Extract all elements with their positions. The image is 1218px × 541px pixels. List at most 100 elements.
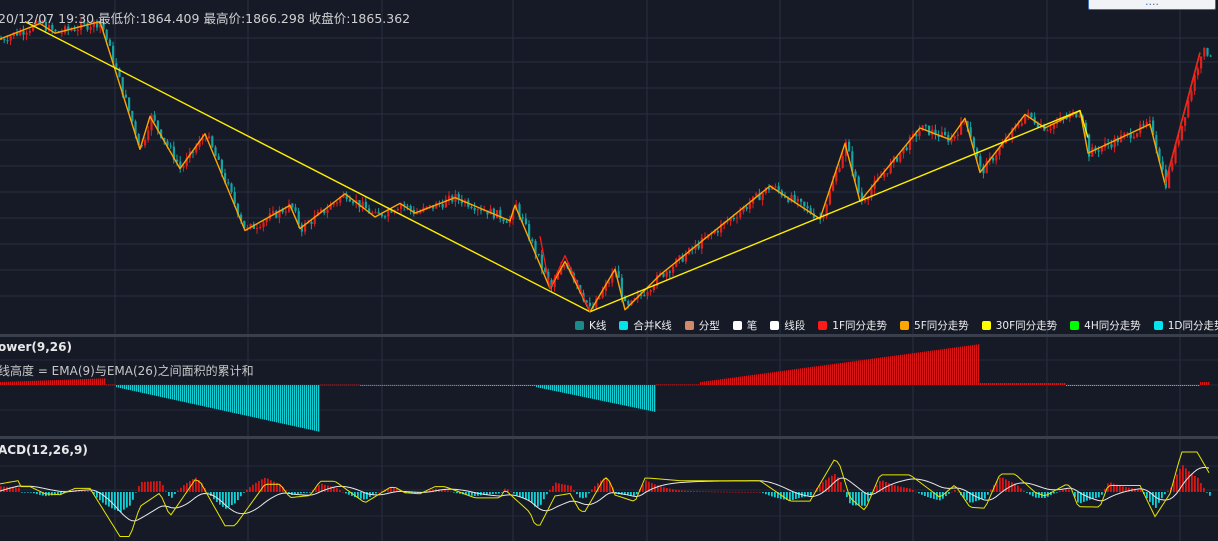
power-bar (992, 383, 994, 385)
macd-histogram-bar (867, 492, 869, 502)
power-bar (506, 385, 508, 386)
candle-body (505, 221, 508, 223)
power-bar (914, 352, 916, 385)
candle-body (857, 176, 860, 193)
macd-histogram-bar (1008, 480, 1010, 492)
power-bar (520, 385, 522, 386)
power-bar (432, 385, 434, 386)
legend-item[interactable]: 4H同分走势 (1070, 318, 1141, 333)
legend-item[interactable]: 线段 (770, 318, 805, 333)
macd-histogram-bar (270, 480, 272, 492)
candle-body (64, 26, 67, 33)
power-bar (124, 385, 126, 389)
macd-histogram-bar (132, 492, 134, 500)
candle-body (1020, 123, 1023, 126)
power-bar (1150, 385, 1152, 386)
macd-histogram-bar (318, 484, 320, 492)
macd-histogram-bar (258, 480, 260, 492)
power-bar (716, 379, 718, 385)
macd-histogram-bar (228, 492, 230, 507)
power-bar (850, 361, 852, 385)
power-bar (1094, 385, 1096, 386)
power-bar (788, 370, 790, 385)
power-bar (590, 385, 592, 399)
macd-histogram-bar (726, 491, 728, 493)
power-bar (318, 385, 320, 432)
power-bar (390, 385, 392, 386)
power-bar (462, 385, 464, 386)
power-bar (364, 385, 366, 386)
power-bar (48, 380, 50, 385)
legend-item[interactable]: 笔 (732, 318, 757, 333)
power-bar (276, 385, 278, 423)
macd-histogram-bar (1098, 492, 1100, 498)
power-bar (336, 384, 338, 386)
macd-histogram-bar (978, 492, 980, 501)
macd-histogram-bar (180, 487, 182, 492)
macd-histogram-bar (336, 488, 338, 492)
macd-histogram-bar (537, 492, 539, 507)
macd-histogram-bar (864, 492, 866, 506)
power-bar (284, 385, 286, 425)
power-bar (1100, 385, 1102, 386)
power-bar (1034, 383, 1036, 385)
power-bar (452, 385, 454, 386)
power-bar (582, 385, 584, 397)
power-bar (26, 381, 28, 385)
power-bar (50, 380, 52, 385)
macd-histogram-bar (237, 492, 239, 501)
macd-histogram-bar (822, 482, 824, 492)
macd-histogram-bar (828, 477, 830, 492)
power-bar (624, 385, 626, 406)
legend-item[interactable]: 1D同分走势 (1153, 318, 1218, 333)
legend-item[interactable]: 30F同分走势 (981, 318, 1057, 333)
power-bar (682, 384, 684, 386)
candle-body (396, 208, 399, 211)
macd-histogram-bar (150, 481, 152, 492)
top-right-button[interactable]: .... (1088, 0, 1216, 10)
macd-histogram-bar (747, 491, 749, 493)
macd-dif-line (0, 451, 1210, 538)
macd-histogram-bar (813, 491, 815, 493)
power-bar (1026, 383, 1028, 385)
candle-body (73, 29, 76, 31)
power-bar (888, 356, 890, 385)
power-bar (344, 384, 346, 386)
legend-item[interactable]: K线 (575, 318, 606, 333)
power-bar (1192, 385, 1194, 386)
power-bar (768, 372, 770, 385)
candle-body (374, 212, 377, 214)
macd-histogram-bar (39, 492, 41, 495)
macd-histogram-bar (579, 492, 581, 498)
power-bar (412, 385, 414, 386)
power-bar (606, 385, 608, 402)
candle-body (1177, 140, 1180, 145)
legend-item[interactable]: 5F同分走势 (900, 318, 969, 333)
power-bar (308, 385, 310, 430)
power-bar (1054, 383, 1056, 385)
power-bar (670, 384, 672, 386)
candle-body (995, 155, 998, 161)
power-bar (766, 373, 768, 385)
candle-body (473, 208, 476, 211)
legend-item[interactable]: 1F同分走势 (818, 318, 887, 333)
power-bar (1042, 383, 1044, 385)
power-bar (358, 384, 360, 386)
macd-histogram-bar (660, 486, 662, 492)
power-bar (688, 384, 690, 386)
power-bar (338, 384, 340, 386)
legend-item[interactable]: 合并K线 (619, 318, 672, 333)
macd-histogram-bar (516, 492, 518, 496)
macd-histogram-bar (669, 488, 671, 492)
power-bar (1174, 385, 1176, 386)
power-bar (438, 385, 440, 386)
panel-separator (0, 334, 1218, 337)
power-bar (552, 385, 554, 391)
legend-item[interactable]: 分型 (684, 318, 720, 333)
power-bar (840, 363, 842, 385)
power-bar (380, 385, 382, 386)
candle-body (9, 36, 12, 41)
candle-body (364, 201, 367, 209)
power-bar (404, 385, 406, 386)
power-bar (862, 360, 864, 385)
